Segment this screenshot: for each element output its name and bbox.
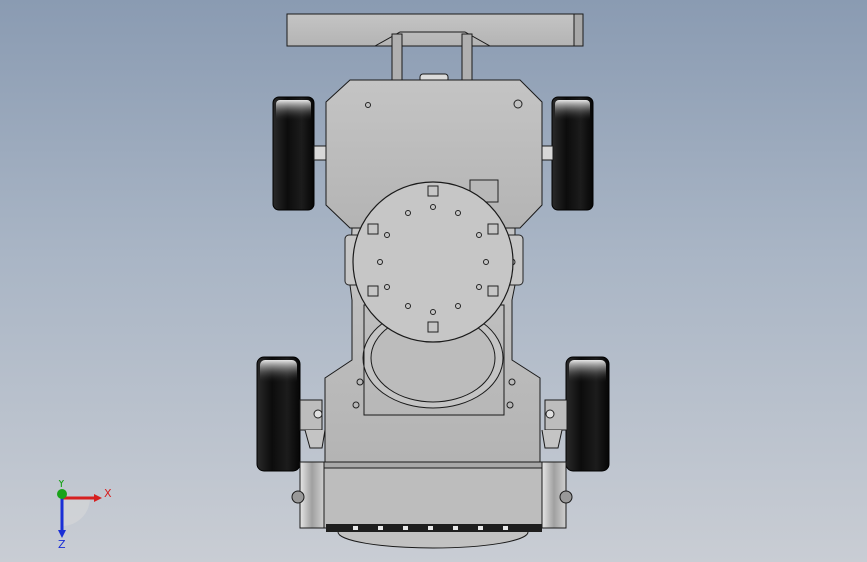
rear-left-wheel[interactable]	[272, 96, 327, 211]
cad-viewport[interactable]: X Y Z	[0, 0, 867, 562]
z-axis-label: Z	[58, 538, 66, 550]
rear-wing[interactable]	[286, 13, 584, 83]
triad-plane-icon	[62, 498, 90, 526]
front-left-wheel[interactable]	[256, 356, 326, 472]
robot-car-model[interactable]	[0, 0, 867, 562]
turntable-disc[interactable]	[352, 181, 514, 343]
x-axis-label: X	[104, 487, 112, 500]
y-axis-label: Y	[57, 480, 65, 490]
orientation-triad: X Y Z	[57, 480, 112, 550]
y-axis-point-icon	[57, 489, 67, 499]
rear-right-wheel[interactable]	[540, 96, 594, 211]
front-right-wheel[interactable]	[541, 356, 610, 472]
front-bumper[interactable]	[291, 461, 573, 549]
